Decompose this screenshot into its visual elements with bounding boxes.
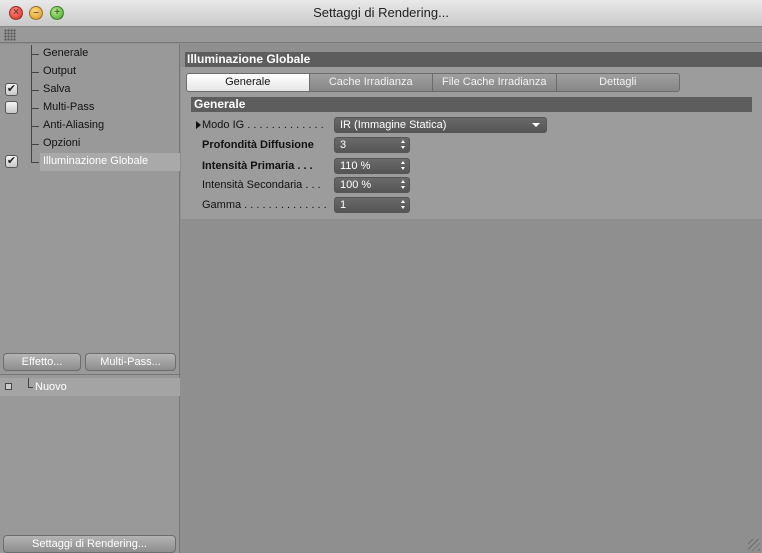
chevron-down-icon <box>532 123 540 127</box>
tab-dettagli[interactable]: Dettagli <box>556 73 680 92</box>
sidebar: Generale Output ✔ Salva Multi-Pass Anti-… <box>0 44 180 553</box>
tree-line <box>31 144 39 145</box>
tree-line <box>31 90 39 91</box>
modo-ig-dropdown[interactable]: IR (Immagine Statica) <box>334 117 547 133</box>
intensita-secondaria-field[interactable]: 100 % <box>334 177 410 193</box>
sidebar-item-label: Opzioni <box>43 137 81 149</box>
sidebar-item-generale[interactable]: Generale <box>0 45 180 63</box>
toolbar-strip <box>0 27 762 43</box>
sidebar-item-label: Illuminazione Globale <box>43 155 149 167</box>
stepper-arrows-icon[interactable] <box>401 200 406 210</box>
grip-icon[interactable] <box>4 29 16 41</box>
settings-tree: Generale Output ✔ Salva Multi-Pass Anti-… <box>0 44 180 374</box>
param-row-modo-ig: Modo IG . . . . . . . . . . . . . IR (Im… <box>196 117 596 134</box>
field-value: 3 <box>340 139 347 151</box>
render-settings-button[interactable]: Settaggi di Rendering... <box>3 535 176 553</box>
tab-file-cache-irradianza[interactable]: File Cache Irradianza <box>433 73 557 92</box>
expand-arrow-icon[interactable] <box>196 121 201 129</box>
tree-line <box>31 108 39 109</box>
salva-checkbox[interactable]: ✔ <box>5 83 18 96</box>
title-bar: × – + Settaggi di Rendering... <box>0 0 762 27</box>
multipass-button[interactable]: Multi-Pass... <box>85 353 176 371</box>
param-row-gamma: Gamma . . . . . . . . . . . . . . 1 <box>196 197 596 214</box>
preset-item-label: Nuovo <box>35 381 67 393</box>
param-row-intensita-secondaria: Intensità Secondaria . . . 100 % <box>196 177 596 194</box>
tree-line <box>31 153 32 162</box>
sidebar-item-opzioni[interactable]: Opzioni <box>0 135 180 153</box>
sidebar-item-label: Multi-Pass <box>43 101 95 113</box>
tree-line <box>31 126 39 127</box>
tab-cache-irradianza[interactable]: Cache Irradianza <box>309 73 433 92</box>
stepper-arrows-icon[interactable] <box>401 180 406 190</box>
dropdown-value: IR (Immagine Statica) <box>340 119 447 131</box>
sidebar-item-anti-aliasing[interactable]: Anti-Aliasing <box>0 117 180 135</box>
tree-line <box>31 162 39 163</box>
sidebar-item-illuminazione-globale[interactable]: ✔ Illuminazione Globale <box>0 153 180 171</box>
field-value: 1 <box>340 199 347 211</box>
param-label: Gamma . . . . . . . . . . . . . . <box>202 199 327 211</box>
profondita-diffusione-field[interactable]: 3 <box>334 137 410 153</box>
stepper-arrows-icon[interactable] <box>401 161 406 171</box>
param-label: Profondità Diffusione <box>202 139 314 151</box>
tab-bar: Generale Cache Irradianza File Cache Irr… <box>186 73 680 92</box>
gamma-field[interactable]: 1 <box>334 197 410 213</box>
param-row-profondita-diffusione: Profondità Diffusione 3 <box>196 137 596 154</box>
tree-line <box>28 387 33 388</box>
tree-line <box>31 54 39 55</box>
field-value: 110 % <box>340 160 371 172</box>
param-label: Intensità Primaria . . . <box>202 160 313 172</box>
intensita-primaria-field[interactable]: 110 % <box>334 158 410 174</box>
field-value: 100 % <box>340 179 372 191</box>
window-title: Settaggi di Rendering... <box>313 5 449 20</box>
stepper-arrows-icon[interactable] <box>401 140 406 150</box>
sidebar-item-label: Salva <box>43 83 71 95</box>
main-panel: Illuminazione Globale Generale Cache Irr… <box>181 44 762 553</box>
sidebar-item-multipass[interactable]: Multi-Pass <box>0 99 180 117</box>
sidebar-item-salva[interactable]: ✔ Salva <box>0 81 180 99</box>
param-row-intensita-primaria: Intensità Primaria . . . 110 % <box>196 158 596 175</box>
resize-grip-icon[interactable] <box>748 539 760 551</box>
preset-item-nuovo[interactable]: Nuovo <box>0 378 180 396</box>
illuminazione-checkbox[interactable]: ✔ <box>5 155 18 168</box>
effect-button[interactable]: Effetto... <box>3 353 81 371</box>
sidebar-item-output[interactable]: Output <box>0 63 180 81</box>
sidebar-item-label: Anti-Aliasing <box>43 119 105 131</box>
divider <box>0 374 180 375</box>
sidebar-item-label: Output <box>43 65 77 77</box>
multipass-checkbox[interactable] <box>5 101 18 114</box>
expand-icon[interactable] <box>5 383 12 390</box>
tree-line <box>31 72 39 73</box>
section-title: Illuminazione Globale <box>185 52 762 67</box>
param-label: Modo IG . . . . . . . . . . . . . <box>202 119 324 131</box>
subsection-title: Generale <box>191 97 752 112</box>
tab-generale[interactable]: Generale <box>186 73 310 92</box>
sidebar-item-label: Generale <box>43 47 89 59</box>
param-label: Intensità Secondaria . . . <box>202 179 321 191</box>
